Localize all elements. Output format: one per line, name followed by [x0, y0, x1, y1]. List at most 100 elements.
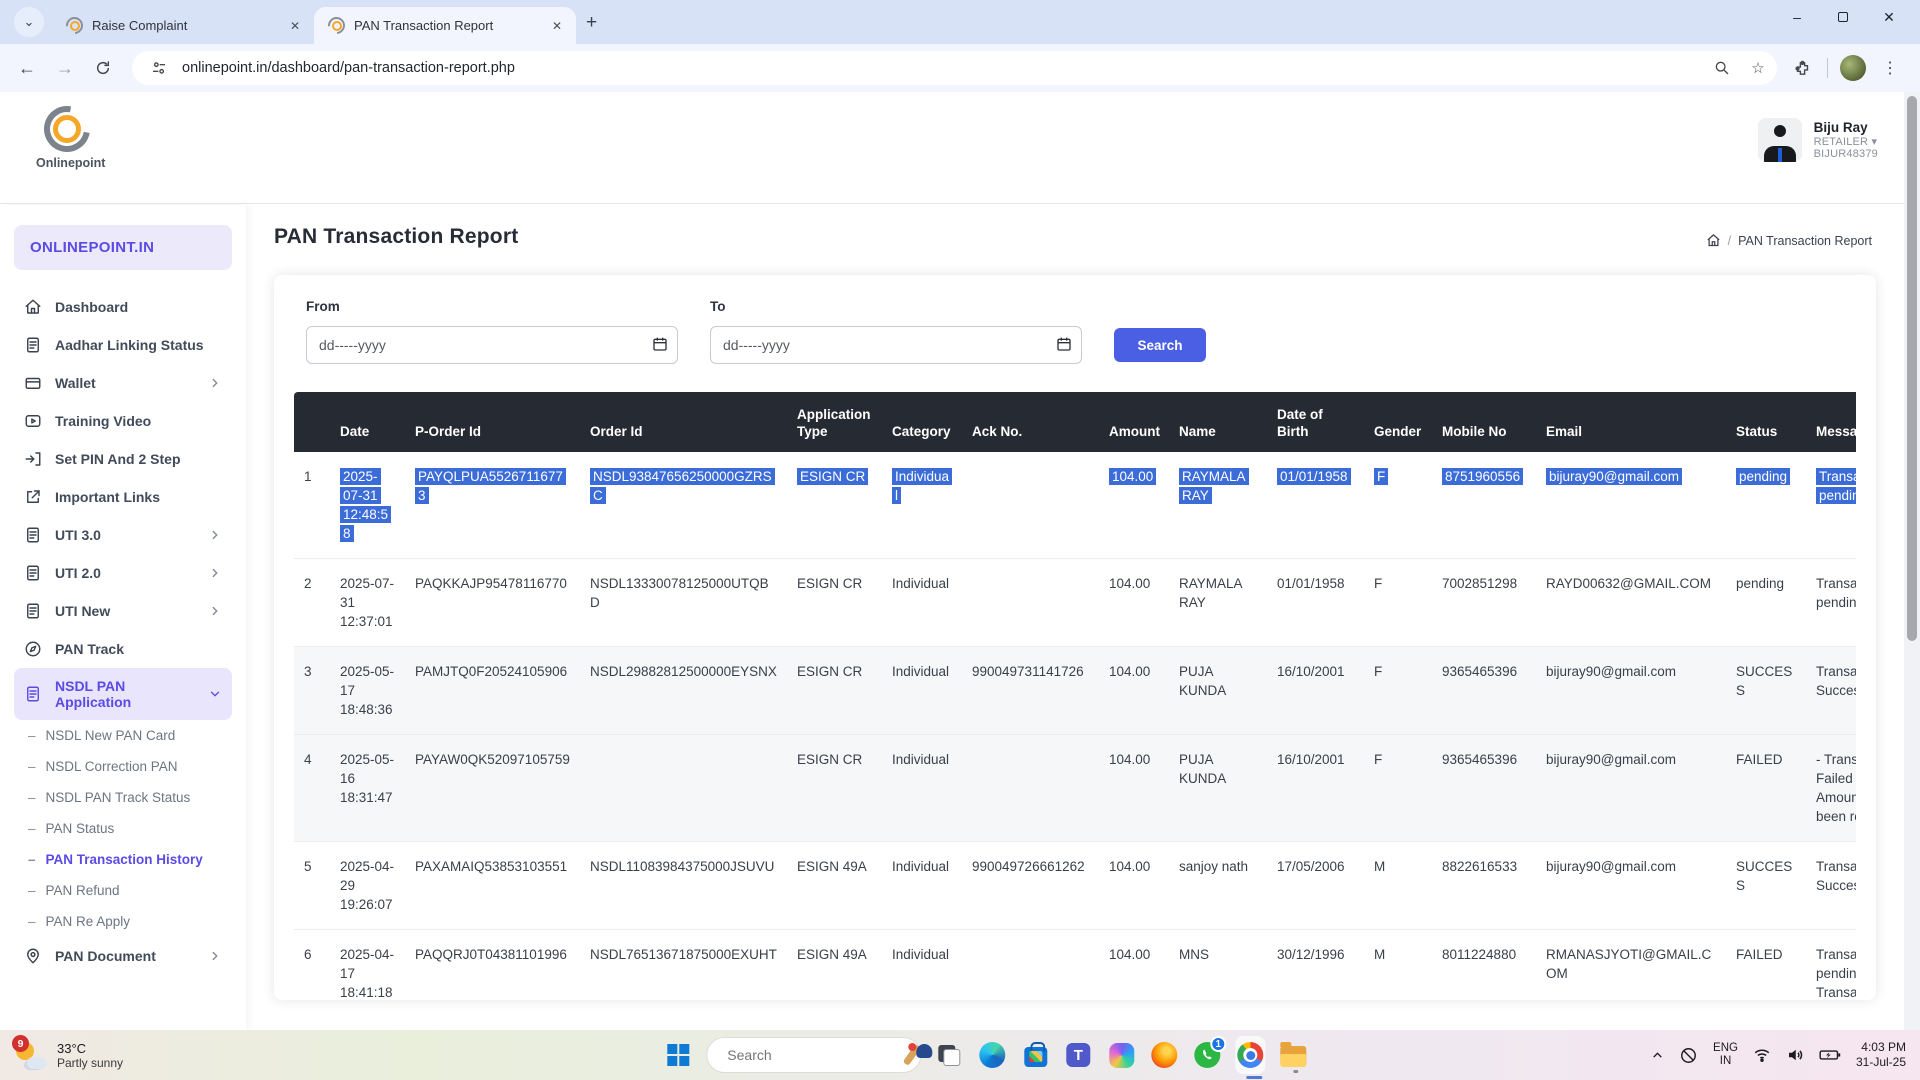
windows-start-icon[interactable]: [663, 1040, 693, 1070]
chevron-right-icon: [208, 376, 222, 390]
bookmark-star-icon[interactable]: ☆: [1745, 55, 1771, 81]
window-close-button[interactable]: ✕: [1866, 0, 1912, 34]
teams-icon[interactable]: T: [1063, 1040, 1093, 1070]
cell-amount: 104.00: [1099, 452, 1169, 559]
weather-widget[interactable]: 9 33°C Partly sunny: [0, 1039, 123, 1071]
window-minimize-button[interactable]: –: [1774, 0, 1820, 34]
cell-email: RAYD00632@GMAIL.COM: [1536, 559, 1726, 647]
volume-icon[interactable]: [1786, 1046, 1804, 1064]
sidebar-subitem-label: PAN Status: [46, 821, 115, 836]
column-header-order-id: Order Id: [580, 392, 787, 452]
reload-button[interactable]: [86, 51, 120, 85]
cell-category: Individual: [882, 735, 962, 842]
window-maximize-button[interactable]: [1820, 0, 1866, 34]
sidebar-subitem-nsdl-pan-track-status[interactable]: –NSDL PAN Track Status: [14, 782, 232, 813]
address-bar[interactable]: onlinepoint.in/dashboard/pan-transaction…: [132, 51, 1777, 85]
cell-mobile: 8751960556: [1432, 452, 1536, 559]
sidebar-item-nsdl-pan-application[interactable]: NSDL PAN Application: [14, 668, 232, 720]
site-info-icon[interactable]: [146, 55, 172, 81]
site-badge[interactable]: ONLINEPOINT.IN: [14, 225, 232, 270]
cell-p-order-id: PAYAW0QK52097105759: [405, 735, 580, 842]
sidebar-item-aadhar-linking-status[interactable]: Aadhar Linking Status: [14, 326, 232, 364]
to-date-input[interactable]: [710, 326, 1082, 364]
calendar-icon[interactable]: [652, 336, 668, 352]
calendar-icon[interactable]: [1056, 336, 1072, 352]
whatsapp-icon[interactable]: 1: [1192, 1040, 1222, 1070]
sidebar-item-important-links[interactable]: Important Links: [14, 478, 232, 516]
clock[interactable]: 4:03 PM 31-Jul-25: [1856, 1040, 1906, 1070]
onlinepoint-logo-icon: [44, 106, 90, 152]
sidebar-item-pan-document[interactable]: PAN Document: [14, 937, 232, 975]
tab-title: PAN Transaction Report: [354, 18, 539, 33]
tab-close-icon[interactable]: ✕: [286, 17, 304, 35]
sidebar-subitem-nsdl-new-pan-card[interactable]: –NSDL New PAN Card: [14, 720, 232, 751]
cell-email: bijuray90@gmail.com: [1536, 735, 1726, 842]
sidebar-subitem-pan-status[interactable]: –PAN Status: [14, 813, 232, 844]
user-menu[interactable]: Biju Ray RETAILER ▾ BIJUR48379: [1758, 118, 1878, 162]
back-button[interactable]: ←: [10, 51, 44, 85]
tray-chevron-up-icon[interactable]: [1651, 1049, 1664, 1062]
page-scrollbar[interactable]: [1904, 92, 1920, 1030]
explorer-icon[interactable]: [1278, 1040, 1308, 1070]
chevron-down-icon[interactable]: ▾: [1871, 136, 1877, 148]
extensions-puzzle-icon[interactable]: [1789, 55, 1815, 81]
browser-menu-icon[interactable]: ⋮: [1874, 58, 1906, 78]
selected-text: F: [1374, 468, 1388, 485]
sidebar-item-uti-new[interactable]: UTI New: [14, 592, 232, 630]
browser-tab[interactable]: Raise Complaint✕: [52, 7, 314, 44]
cell-ack-no: [962, 452, 1099, 559]
battery-icon[interactable]: [1819, 1047, 1841, 1063]
home-icon[interactable]: [1706, 233, 1721, 248]
from-date-input[interactable]: [306, 326, 678, 364]
sidebar-subitem-pan-refund[interactable]: –PAN Refund: [14, 875, 232, 906]
cell-amount: 104.00: [1099, 842, 1169, 930]
column-header-amount: Amount: [1099, 392, 1169, 452]
tab-close-icon[interactable]: ✕: [548, 17, 566, 35]
document-icon: [24, 336, 42, 354]
browser-profile-avatar[interactable]: [1840, 55, 1866, 81]
sidebar-subitem-pan-transaction-history[interactable]: –PAN Transaction History: [14, 844, 232, 875]
new-tab-button[interactable]: +: [586, 12, 597, 34]
store-icon[interactable]: [1020, 1040, 1050, 1070]
column-header-gender: Gender: [1364, 392, 1432, 452]
user-avatar: [1758, 118, 1802, 162]
sidebar-item-set-pin-and-2-step[interactable]: Set PIN And 2 Step: [14, 440, 232, 478]
taskbar-search-box[interactable]: [706, 1037, 921, 1073]
cell-gender: F: [1364, 735, 1432, 842]
wifi-icon[interactable]: [1753, 1046, 1771, 1064]
forward-button[interactable]: →: [48, 51, 82, 85]
tab-search-button[interactable]: ⌄: [14, 7, 44, 37]
cell-name: PUJA KUNDA: [1169, 647, 1267, 735]
firefox-icon[interactable]: [1149, 1040, 1179, 1070]
notification-off-icon[interactable]: [1679, 1046, 1698, 1065]
sidebar-item-wallet[interactable]: Wallet: [14, 364, 232, 402]
edge-icon[interactable]: [977, 1040, 1007, 1070]
sidebar-subitem-pan-re-apply[interactable]: –PAN Re Apply: [14, 906, 232, 937]
language-switcher[interactable]: ENG IN: [1713, 1042, 1738, 1068]
url-text[interactable]: onlinepoint.in/dashboard/pan-transaction…: [182, 60, 1699, 76]
column-header-email: Email: [1536, 392, 1726, 452]
cell-email: RMANASJYOTI@GMAIL.COM: [1536, 930, 1726, 1001]
scrollbar-thumb[interactable]: [1907, 96, 1917, 641]
selected-text: Individual: [892, 468, 952, 504]
search-button[interactable]: Search: [1114, 328, 1206, 362]
zoom-icon[interactable]: [1709, 55, 1735, 81]
table-row: 52025-04-29 19:26:07PAXAMAIQ53853103551N…: [294, 842, 1856, 930]
sidebar-item-uti-3-0[interactable]: UTI 3.0: [14, 516, 232, 554]
toolbar-separator: [1827, 58, 1828, 78]
cell-ack-no: 990049726661262: [962, 842, 1099, 930]
cell-message: - Transaction Failed Wallet Amount has b…: [1806, 735, 1856, 842]
sidebar-subitem-nsdl-correction-pan[interactable]: –NSDL Correction PAN: [14, 751, 232, 782]
copilot-icon[interactable]: [1106, 1040, 1136, 1070]
sidebar-item-training-video[interactable]: Training Video: [14, 402, 232, 440]
taskbar-search-input[interactable]: [727, 1047, 908, 1063]
sidebar-item-uti-2-0[interactable]: UTI 2.0: [14, 554, 232, 592]
cell-name: RAYMALA RAY: [1169, 452, 1267, 559]
cell-category: Individual: [882, 930, 962, 1001]
sidebar-item-pan-track[interactable]: PAN Track: [14, 630, 232, 668]
task-view-icon[interactable]: [934, 1040, 964, 1070]
cell-ack-no: [962, 735, 1099, 842]
chrome-icon[interactable]: [1235, 1040, 1265, 1070]
browser-tab[interactable]: PAN Transaction Report ✕: [314, 7, 576, 44]
sidebar-item-dashboard[interactable]: Dashboard: [14, 288, 232, 326]
